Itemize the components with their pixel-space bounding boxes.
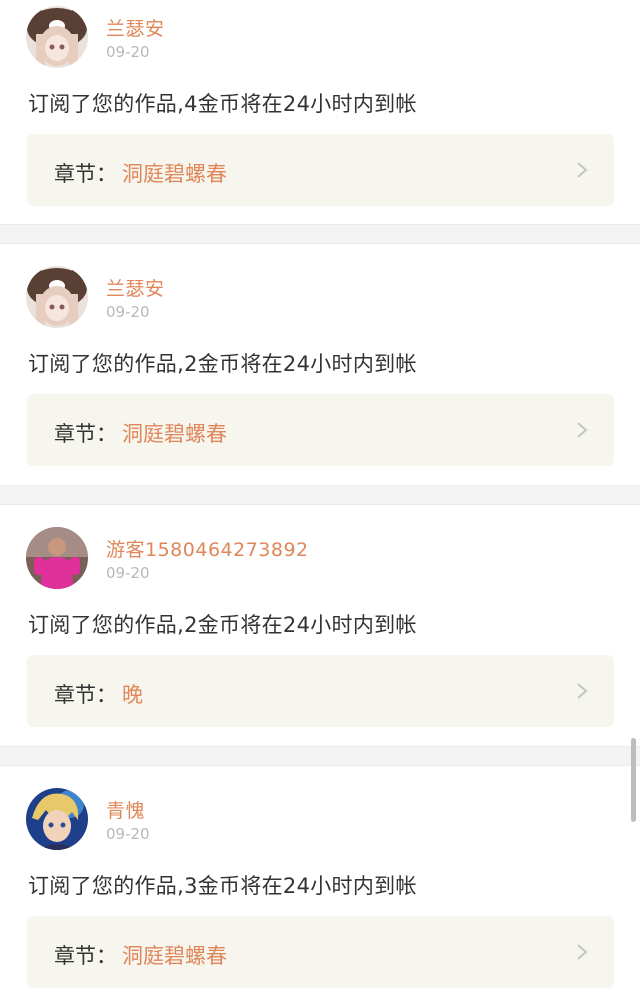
chapter-label: 章节： xyxy=(54,162,117,186)
chapter-name: 晚 xyxy=(122,683,143,707)
divider xyxy=(0,224,640,244)
chevron-right-icon xyxy=(577,162,588,178)
divider xyxy=(0,485,640,505)
username[interactable]: 青愧 xyxy=(106,796,145,823)
chapter-name: 洞庭碧螺春 xyxy=(122,944,227,968)
chapter-label: 章节： xyxy=(54,944,117,968)
chapter-link[interactable]: 章节： 洞庭碧螺春 xyxy=(27,394,614,466)
timestamp: 09-20 xyxy=(106,43,150,61)
timestamp: 09-20 xyxy=(106,564,150,582)
notification-card: 游客1580464273892 09-20 订阅了您的作品,2金币将在24小时内… xyxy=(0,521,640,746)
chapter-link[interactable]: 章节： 晚 xyxy=(27,655,614,727)
notification-feed: 兰瑟安 09-20 订阅了您的作品,4金币将在24小时内到帐 章节： 洞庭碧螺春 xyxy=(0,0,640,1006)
anime-girl-bear-hat-avatar-icon xyxy=(26,6,88,68)
chapter-label: 章节： xyxy=(54,683,117,707)
username[interactable]: 游客1580464273892 xyxy=(106,535,309,562)
notification-card: 兰瑟安 09-20 订阅了您的作品,4金币将在24小时内到帐 章节： 洞庭碧螺春 xyxy=(0,0,640,224)
avatar[interactable] xyxy=(26,527,88,589)
notification-message: 订阅了您的作品,2金币将在24小时内到帐 xyxy=(28,613,417,637)
chapter-name: 洞庭碧螺春 xyxy=(122,422,227,446)
chevron-right-icon xyxy=(577,683,588,699)
chapter-link[interactable]: 章节： 洞庭碧螺春 xyxy=(27,134,614,206)
notification-message: 订阅了您的作品,4金币将在24小时内到帐 xyxy=(28,92,417,116)
username[interactable]: 兰瑟安 xyxy=(106,274,165,301)
chapter-link[interactable]: 章节： 洞庭碧螺春 xyxy=(27,916,614,988)
chapter-name: 洞庭碧螺春 xyxy=(122,162,227,186)
divider xyxy=(0,746,640,766)
chapter-label: 章节： xyxy=(54,422,117,446)
notification-card: 兰瑟安 09-20 订阅了您的作品,2金币将在24小时内到帐 章节： 洞庭碧螺春 xyxy=(0,260,640,485)
avatar[interactable] xyxy=(26,266,88,328)
avatar[interactable] xyxy=(26,6,88,68)
photo-person-pink-avatar-icon xyxy=(26,527,88,589)
anime-girl-bear-hat-avatar-icon xyxy=(26,266,88,328)
notification-card: 青愧 09-20 订阅了您的作品,3金币将在24小时内到帐 章节： 洞庭碧螺春 xyxy=(0,782,640,1006)
scrollbar[interactable] xyxy=(631,738,636,822)
notification-message: 订阅了您的作品,2金币将在24小时内到帐 xyxy=(28,352,417,376)
chevron-right-icon xyxy=(577,422,588,438)
username[interactable]: 兰瑟安 xyxy=(106,14,165,41)
anime-boy-blue-avatar-icon xyxy=(26,788,88,850)
chevron-right-icon xyxy=(577,944,588,960)
timestamp: 09-20 xyxy=(106,825,150,843)
notification-message: 订阅了您的作品,3金币将在24小时内到帐 xyxy=(28,874,417,898)
timestamp: 09-20 xyxy=(106,303,150,321)
avatar[interactable] xyxy=(26,788,88,850)
